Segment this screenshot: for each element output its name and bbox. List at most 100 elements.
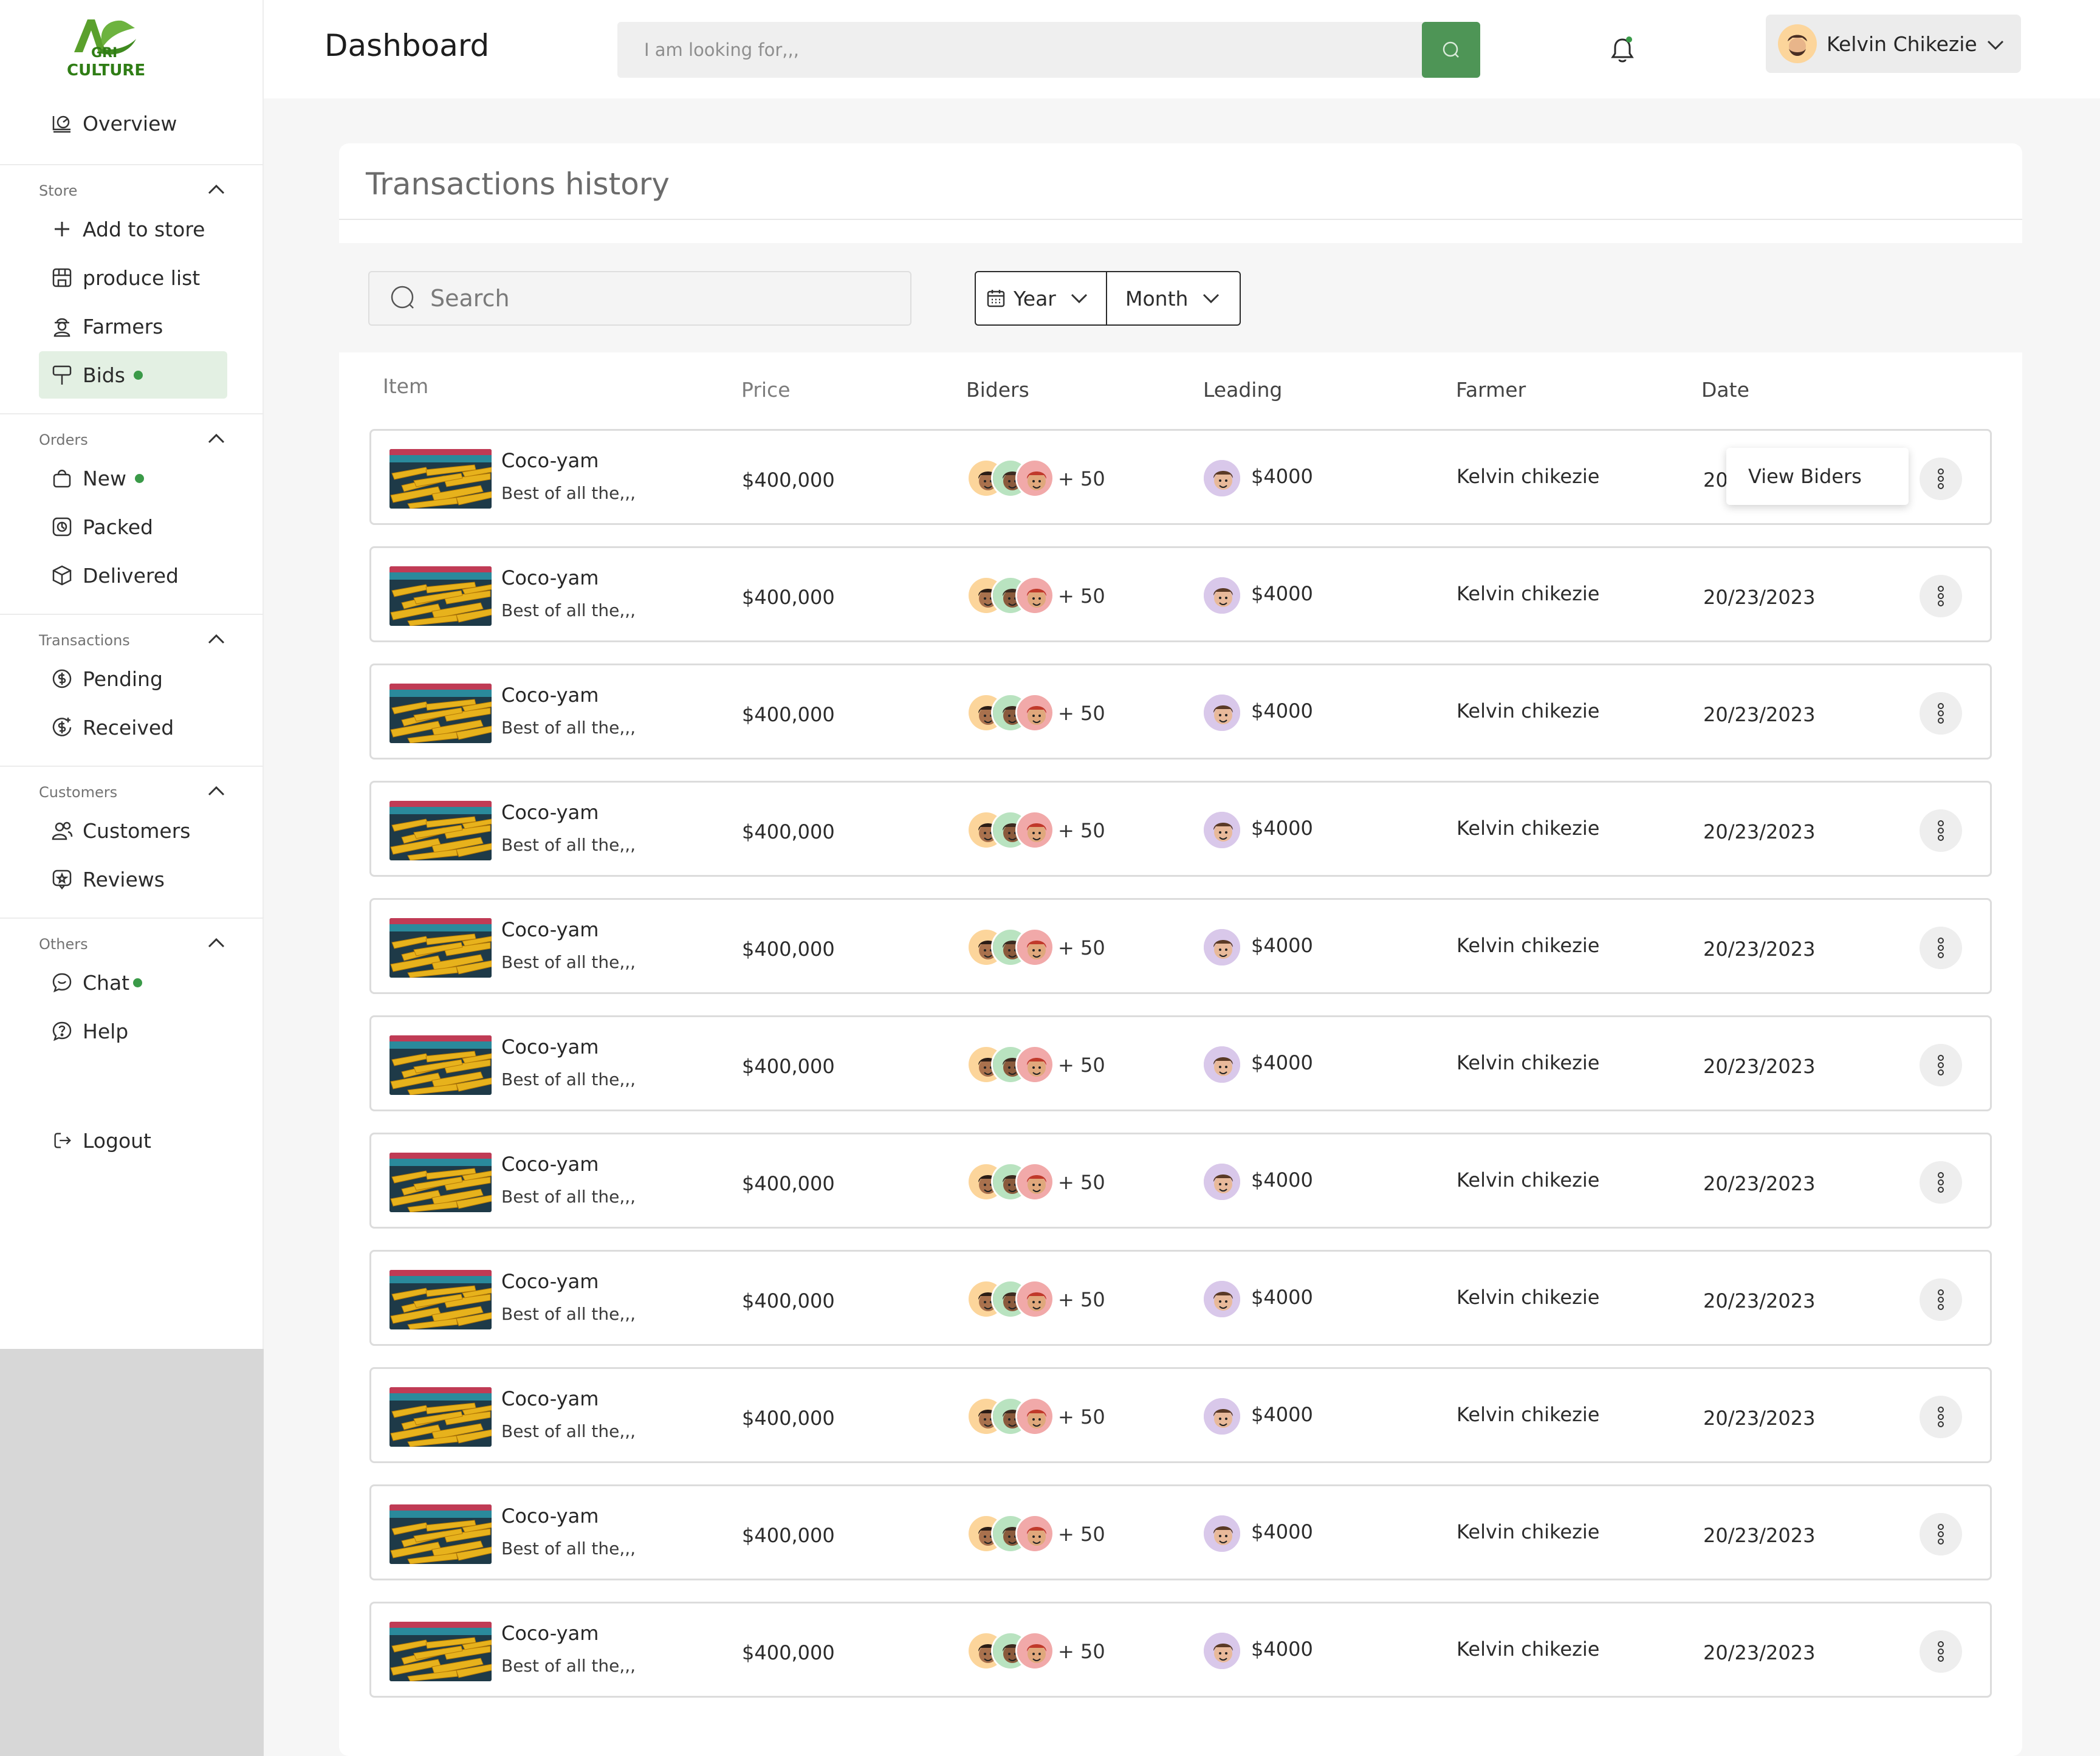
table-row[interactable]: Coco-yam Best of all the,,, $400,000 + 5… [369,781,1992,877]
biders-group[interactable]: + 50 [967,811,1149,849]
agriculture-logo[interactable]: GRI CULTURE [63,15,148,80]
row-more-button[interactable] [1920,1513,1962,1555]
table-row[interactable]: Coco-yam Best of all the,,, $400,000 + 5… [369,546,1992,642]
table-row[interactable]: Coco-yam Best of all the,,, $400,000 + 5… [369,1133,1992,1229]
item-price: $400,000 [742,820,835,843]
transaction-date: 20/23/2023 [1703,703,1816,726]
month-select[interactable]: Month [1106,271,1241,326]
bider-avatar [1015,928,1054,967]
chevron-up-icon[interactable] [205,932,227,954]
row-more-button[interactable] [1920,458,1962,500]
logout-button[interactable]: Logout [39,1117,227,1164]
section-title-transactions: Transactions [39,632,130,649]
sidebar-item-pending[interactable]: Pending [39,655,227,702]
bider-avatar [1015,1631,1054,1670]
biders-group[interactable]: + 50 [967,1631,1149,1670]
bider-avatar [1015,1397,1054,1436]
sidebar-item-received[interactable]: Received [39,704,227,751]
user-name: Kelvin Chikezie [1827,32,1977,56]
biders-more-count: + 50 [1058,585,1105,608]
sidebar-item-add-to-store[interactable]: Add to store [39,205,227,253]
box-icon [50,563,74,588]
table-row[interactable]: Coco-yam Best of all the,,, $400,000 + 5… [369,1602,1992,1698]
chevron-up-icon[interactable] [205,179,227,201]
global-search-button[interactable] [1422,22,1480,78]
table-search-input[interactable] [430,285,892,312]
table-row[interactable]: Coco-yam Best of all the,,, $400,000 + 5… [369,664,1992,760]
table-row[interactable]: Coco-yam Best of all the,,, $400,000 + 5… [369,1015,1992,1111]
notification-dot [133,370,143,380]
row-more-button[interactable] [1920,1044,1962,1086]
row-more-button[interactable] [1920,1630,1962,1673]
notification-bell-icon[interactable] [1604,32,1641,68]
leading-bider-avatar [1204,1398,1240,1435]
produce-thumbnail [389,1387,492,1447]
item-description: Best of all the,,, [501,718,636,738]
transaction-date: 20/23/2023 [1703,586,1816,609]
chevron-up-icon[interactable] [205,428,227,450]
leading-bider-avatar [1204,1633,1240,1669]
sidebar-item-bids[interactable]: Bids [39,351,227,399]
biders-group[interactable]: + 50 [967,1280,1149,1319]
sidebar-item-overview[interactable]: Overview [39,100,227,147]
biders-group[interactable]: + 50 [967,1397,1149,1436]
row-more-button[interactable] [1920,575,1962,617]
biders-group[interactable]: + 50 [967,1162,1149,1201]
leading-bider-avatar [1204,1281,1240,1317]
table-row[interactable]: Coco-yam Best of all the,,, $400,000 + 5… [369,429,1992,525]
table-row[interactable]: Coco-yam Best of all the,,, $400,000 + 5… [369,1367,1992,1463]
item-description: Best of all the,,, [501,1421,636,1441]
sidebar-item-packed[interactable]: Packed [39,503,227,550]
more-vertical-icon [1938,1055,1944,1075]
row-more-button[interactable] [1920,1278,1962,1321]
produce-thumbnail [389,684,492,743]
bider-avatar [1015,459,1054,498]
row-more-button[interactable] [1920,927,1962,969]
chevron-up-icon[interactable] [205,628,227,650]
biders-group[interactable]: + 50 [967,1514,1149,1553]
table-row[interactable]: Coco-yam Best of all the,,, $400,000 + 5… [369,898,1992,994]
biders-group[interactable]: + 50 [967,693,1149,732]
sidebar-item-chat[interactable]: Chat [39,959,227,1006]
item-name: Coco-yam [501,449,599,472]
row-more-button[interactable] [1920,1161,1962,1204]
item-name: Coco-yam [501,1387,599,1410]
biders-more-count: + 50 [1058,1171,1105,1194]
biders-group[interactable]: + 50 [967,459,1149,498]
bider-avatar [1015,693,1054,732]
row-more-button[interactable] [1920,809,1962,852]
bider-avatar [1015,811,1054,849]
view-biders-menu-item[interactable]: View Biders [1726,448,1909,505]
user-menu[interactable]: Kelvin Chikezie [1766,15,2021,73]
leading-bider-avatar [1204,1046,1240,1083]
biders-group[interactable]: + 50 [967,928,1149,967]
table-row[interactable]: Coco-yam Best of all the,,, $400,000 + 5… [369,1250,1992,1346]
year-select[interactable]: Year [975,271,1107,326]
row-more-button[interactable] [1920,692,1962,735]
farmer-name: Kelvin chikezie [1457,1168,1600,1192]
section-title-customers: Customers [39,784,118,801]
sidebar-item-help[interactable]: Help [39,1007,227,1055]
leading-amount: $4000 [1251,1638,1313,1661]
item-description: Best of all the,,, [501,1187,636,1207]
sidebar-item-new[interactable]: New [39,454,227,502]
logout-label: Logout [83,1128,151,1153]
farmer-name: Kelvin chikezie [1457,934,1600,957]
column-header-price: Price [741,378,791,402]
biders-group[interactable]: + 50 [967,1045,1149,1084]
row-more-button[interactable] [1920,1396,1962,1438]
produce-thumbnail [389,1035,492,1095]
biders-group[interactable]: + 50 [967,576,1149,615]
sidebar-item-produce-list[interactable]: produce list [39,254,227,301]
sidebar-item-farmers[interactable]: Farmers [39,303,227,350]
sidebar-item-delivered[interactable]: Delivered [39,552,227,599]
global-search-input[interactable] [617,22,1347,78]
farmer-name: Kelvin chikezie [1457,465,1600,488]
sidebar-item-reviews[interactable]: Reviews [39,856,227,903]
store-icon [50,266,74,290]
table-row[interactable]: Coco-yam Best of all the,,, $400,000 + 5… [369,1484,1992,1580]
sidebar-item-customers[interactable]: Customers [39,807,227,854]
users-icon [50,818,74,843]
item-name: Coco-yam [501,566,599,589]
chevron-up-icon[interactable] [205,780,227,802]
